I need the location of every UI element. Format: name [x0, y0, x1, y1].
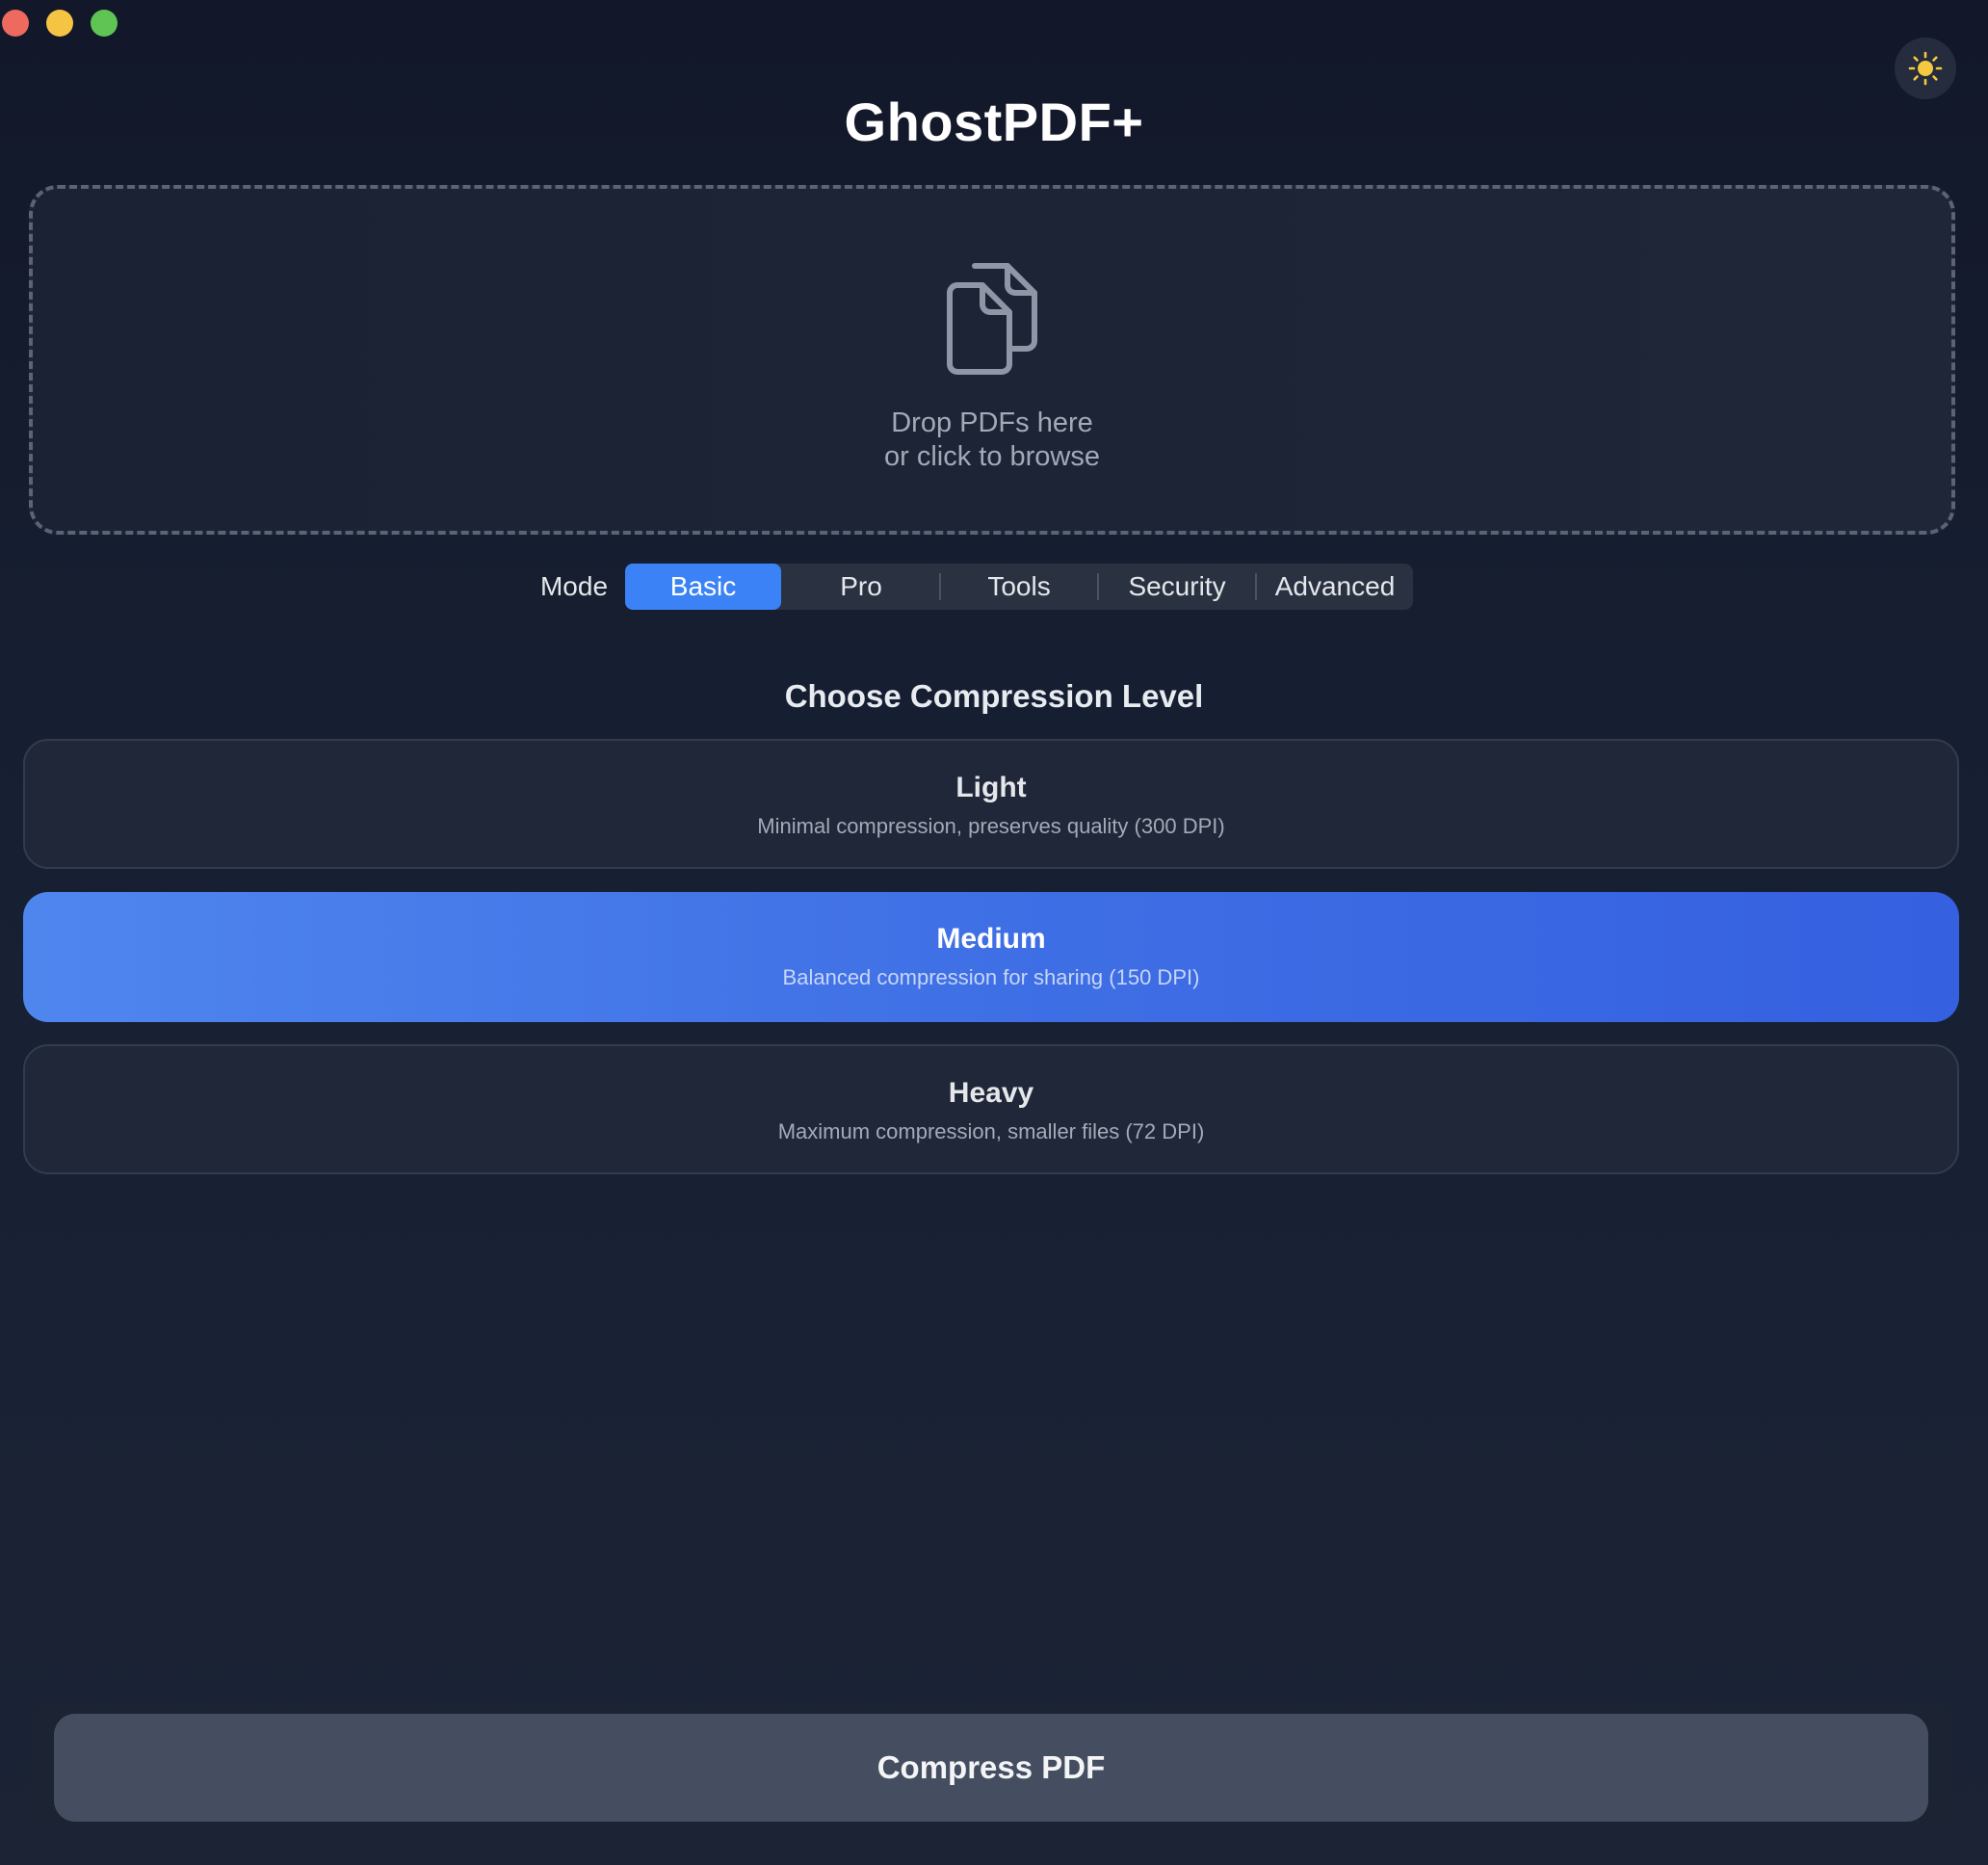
tab-security[interactable]: Security — [1099, 564, 1255, 610]
tab-tools[interactable]: Tools — [941, 564, 1097, 610]
mode-segmented-control: Basic Pro Tools Security Advanced — [625, 564, 1414, 610]
tab-advanced[interactable]: Advanced — [1257, 564, 1413, 610]
tab-basic[interactable]: Basic — [625, 564, 782, 610]
compress-pdf-button[interactable]: Compress PDF — [54, 1714, 1928, 1822]
compression-option-light[interactable]: Light Minimal compression, preserves qua… — [23, 739, 1959, 869]
option-description: Minimal compression, preserves quality (… — [757, 814, 1225, 838]
mode-label: Mode — [539, 571, 609, 601]
compression-option-medium[interactable]: Medium Balanced compression for sharing … — [23, 892, 1959, 1022]
compression-heading: Choose Compression Level — [784, 678, 1204, 714]
minimize-window-button[interactable] — [46, 10, 73, 37]
option-description: Maximum compression, smaller files (72 D… — [777, 1119, 1205, 1143]
close-window-button[interactable] — [2, 10, 29, 37]
sun-icon — [1908, 51, 1943, 86]
tab-pro[interactable]: Pro — [783, 564, 939, 610]
documents-icon — [947, 263, 1037, 375]
window-controls — [2, 10, 118, 37]
pdf-drop-zone[interactable]: Drop PDFs here or click to browse — [29, 185, 1955, 535]
compression-option-heavy[interactable]: Heavy Maximum compression, smaller files… — [23, 1044, 1959, 1174]
option-title: Heavy — [948, 1077, 1034, 1109]
option-description: Balanced compression for sharing (150 DP… — [782, 965, 1200, 989]
zoom-window-button[interactable] — [91, 10, 118, 37]
drop-text-line1: Drop PDFs here — [891, 407, 1093, 438]
drop-instructions: Drop PDFs here or click to browse — [33, 407, 1951, 474]
app-title: GhostPDF+ — [844, 92, 1144, 152]
mode-selector: Mode Basic Pro Tools Security Advanced — [0, 564, 1988, 610]
option-title: Light — [955, 772, 1027, 803]
option-title: Medium — [936, 923, 1046, 955]
drop-text-line2: or click to browse — [883, 441, 1100, 472]
